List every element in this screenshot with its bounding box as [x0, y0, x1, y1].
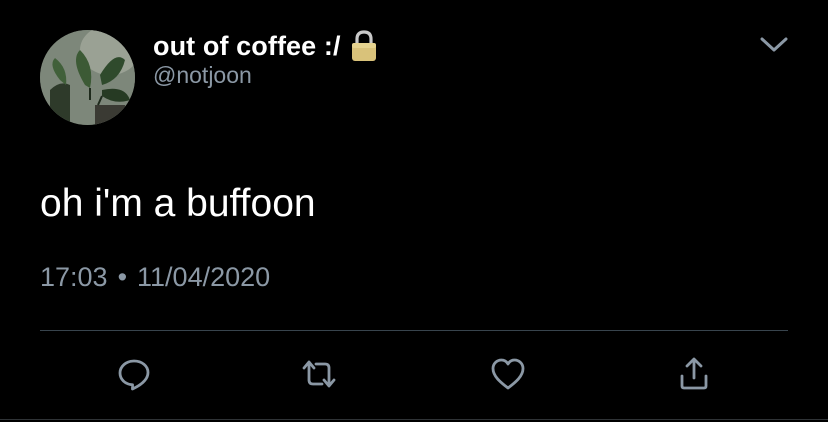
tweet-card: out of coffee :/ @notjoon oh i'm a buffo…: [0, 0, 828, 422]
divider: [40, 330, 788, 331]
avatar[interactable]: [40, 30, 135, 125]
retweet-icon: [300, 356, 338, 397]
share-button[interactable]: [674, 356, 714, 396]
plant-photo: [40, 30, 135, 125]
lock-icon: [349, 29, 379, 63]
timestamp-separator: •: [117, 262, 128, 292]
chevron-down-icon[interactable]: [758, 33, 790, 57]
retweet-button[interactable]: [299, 356, 339, 396]
like-button[interactable]: [488, 356, 528, 396]
tweet-timestamp[interactable]: 17:03 • 11/04/2020: [40, 262, 270, 293]
display-name[interactable]: out of coffee :/: [153, 31, 341, 62]
share-icon: [677, 356, 711, 397]
user-handle[interactable]: @notjoon: [153, 62, 252, 89]
heart-icon: [490, 357, 526, 396]
reply-button[interactable]: [114, 356, 154, 396]
reply-icon: [116, 356, 152, 397]
tweet-text: oh i'm a buffoon: [40, 182, 316, 225]
bottom-border: [0, 419, 828, 420]
tweet-time: 17:03: [40, 262, 108, 292]
display-name-row: out of coffee :/: [153, 28, 379, 64]
tweet-date: 11/04/2020: [137, 262, 271, 292]
action-bar: [0, 356, 828, 396]
